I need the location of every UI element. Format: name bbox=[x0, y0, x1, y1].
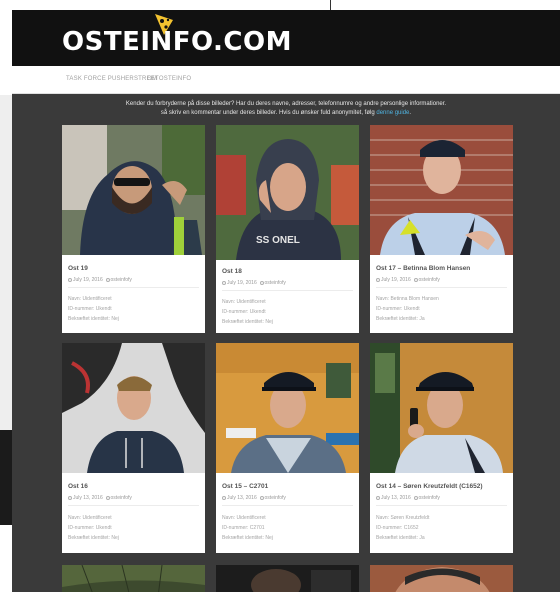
post-author[interactable]: osteinfofy bbox=[265, 495, 286, 501]
post-name: Navn: Uidentificeret bbox=[222, 515, 266, 521]
post-card[interactable]: Ost 17 – Betinna Blom Hansen July 19, 20… bbox=[370, 125, 513, 333]
site-logo[interactable]: OSTEINFO.COM bbox=[62, 27, 292, 57]
post-title[interactable]: Ost 17 – Betinna Blom Hansen bbox=[376, 265, 470, 272]
post-card[interactable] bbox=[62, 565, 205, 592]
guide-link[interactable]: denne guide bbox=[376, 110, 409, 116]
post-photo[interactable] bbox=[62, 565, 205, 592]
post-photo[interactable] bbox=[370, 343, 513, 473]
user-icon bbox=[413, 495, 418, 500]
clock-icon bbox=[222, 280, 226, 285]
intro-line-1: Kender du forbryderne på disse billeder?… bbox=[125, 101, 447, 107]
main-nav: TASK FORCE PUSHERSTREET OM OSTEINFO bbox=[12, 66, 560, 94]
post-author[interactable]: osteinfofy bbox=[265, 280, 286, 286]
user-icon bbox=[413, 277, 418, 282]
post-card[interactable]: SS ONEL Ost 18 July 19, 2016 osteinfofy … bbox=[216, 125, 359, 333]
post-id: ID-nummer: Ukendt bbox=[376, 306, 420, 312]
post-photo[interactable] bbox=[370, 125, 513, 255]
divider bbox=[222, 505, 353, 506]
user-icon bbox=[259, 280, 264, 285]
post-confirmed: Bekræftet identitet: Nej bbox=[222, 535, 273, 541]
clock-icon bbox=[68, 495, 72, 500]
post-confirmed: Bekræftet identitet: Ja bbox=[376, 535, 425, 541]
post-title[interactable]: Ost 14 – Søren Kreutzfeldt (C1652) bbox=[376, 483, 483, 490]
post-meta: July 13, 2016 osteinfofy bbox=[222, 495, 286, 501]
post-author[interactable]: osteinfofy bbox=[419, 277, 440, 283]
post-photo[interactable] bbox=[62, 343, 205, 473]
post-name: Navn: Betinna Blom Hansen bbox=[376, 296, 439, 302]
post-meta: July 13, 2016 osteinfofy bbox=[68, 495, 132, 501]
site-header: OSTEINFO.COM bbox=[12, 10, 560, 66]
post-name: Navn: Uidentificeret bbox=[222, 299, 266, 305]
post-title[interactable]: Ost 19 bbox=[68, 265, 88, 272]
intro-text: Kender du forbryderne på disse billeder?… bbox=[12, 100, 560, 118]
post-card[interactable]: Ost 19 July 19, 2016 osteinfofy Navn: Ui… bbox=[62, 125, 205, 333]
clock-icon bbox=[376, 495, 380, 500]
intro-line-2: så skriv en kommentar under deres billed… bbox=[160, 110, 412, 116]
divider bbox=[222, 290, 353, 291]
divider bbox=[68, 505, 199, 506]
post-photo[interactable]: SS ONEL bbox=[216, 125, 359, 260]
post-id: ID-nummer: Ukendt bbox=[68, 525, 112, 531]
post-name: Navn: Søren Kreutzfeldt bbox=[376, 515, 430, 521]
post-id: ID-nummer: Ukendt bbox=[68, 306, 112, 312]
post-meta: July 19, 2016 osteinfofy bbox=[222, 280, 286, 286]
post-meta: July 13, 2016 osteinfofy bbox=[376, 495, 440, 501]
post-card[interactable] bbox=[370, 565, 513, 592]
post-title[interactable]: Ost 16 bbox=[68, 483, 88, 490]
post-confirmed: Bekræftet identitet: Nej bbox=[68, 316, 119, 322]
post-meta: July 19, 2016 osteinfofy bbox=[68, 277, 132, 283]
post-author[interactable]: osteinfofy bbox=[419, 495, 440, 501]
post-card[interactable]: Ost 15 – C2701 July 13, 2016 osteinfofy … bbox=[216, 343, 359, 553]
post-id: ID-nummer: C2701 bbox=[222, 525, 265, 531]
post-meta: July 19, 2016 osteinfofy bbox=[376, 277, 440, 283]
post-confirmed: Bekræftet identitet: Ja bbox=[376, 316, 425, 322]
clock-icon bbox=[68, 277, 72, 282]
post-title[interactable]: Ost 15 – C2701 bbox=[222, 483, 268, 490]
post-author[interactable]: osteinfofy bbox=[111, 277, 132, 283]
user-icon bbox=[105, 495, 110, 500]
user-icon bbox=[259, 495, 264, 500]
post-card[interactable] bbox=[216, 565, 359, 592]
clock-icon bbox=[376, 277, 380, 282]
clock-icon bbox=[222, 495, 226, 500]
divider bbox=[376, 505, 507, 506]
post-confirmed: Bekræftet identitet: Nej bbox=[222, 319, 273, 325]
post-author[interactable]: osteinfofy bbox=[111, 495, 132, 501]
post-confirmed: Bekræftet identitet: Nej bbox=[68, 535, 119, 541]
post-photo[interactable] bbox=[216, 343, 359, 473]
post-id: ID-nummer: Ukendt bbox=[222, 309, 266, 315]
post-card[interactable]: Ost 14 – Søren Kreutzfeldt (C1652) July … bbox=[370, 343, 513, 553]
post-photo[interactable] bbox=[216, 565, 359, 592]
svg-text:SS ONEL: SS ONEL bbox=[256, 235, 300, 246]
post-name: Navn: Uidentificeret bbox=[68, 296, 112, 302]
divider bbox=[376, 287, 507, 288]
post-photo[interactable] bbox=[370, 565, 513, 592]
post-card[interactable]: Ost 16 July 13, 2016 osteinfofy Navn: Ui… bbox=[62, 343, 205, 553]
post-title[interactable]: Ost 18 bbox=[222, 268, 242, 275]
post-id: ID-nummer: C1652 bbox=[376, 525, 419, 531]
nav-item-task-force[interactable]: TASK FORCE PUSHERSTREET bbox=[66, 76, 159, 82]
nav-item-about[interactable]: OM OSTEINFO bbox=[147, 76, 191, 82]
post-name: Navn: Uidentificeret bbox=[68, 515, 112, 521]
post-photo[interactable] bbox=[62, 125, 205, 255]
website: OSTEINFO.COM TASK FORCE PUSHERSTREET OM … bbox=[12, 10, 560, 592]
user-icon bbox=[105, 277, 110, 282]
divider bbox=[68, 287, 199, 288]
